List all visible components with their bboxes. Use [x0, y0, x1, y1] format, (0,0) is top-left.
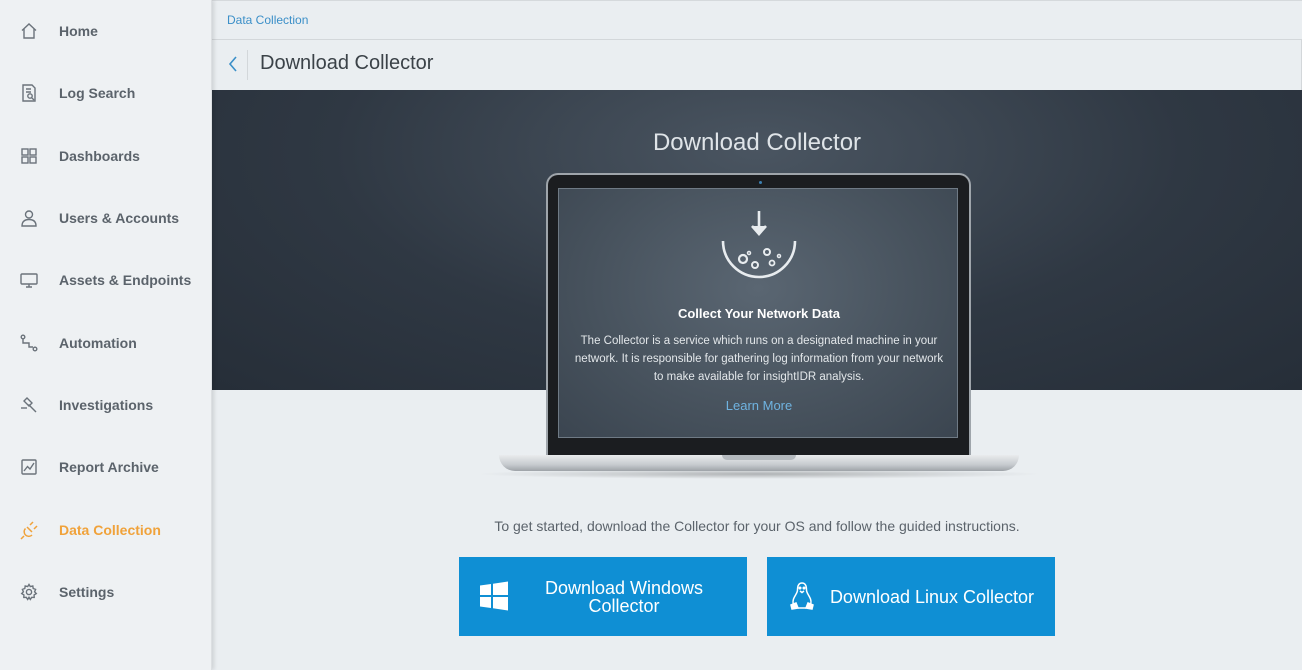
page-title: Download Collector [260, 52, 434, 74]
laptop-notch [722, 455, 796, 460]
sidebar-item-label: Report Archive [59, 459, 159, 475]
sidebar-item-settings[interactable]: Settings [0, 570, 211, 614]
breadcrumb[interactable]: Data Collection [227, 13, 308, 27]
sidebar-item-label: Home [59, 23, 98, 39]
sidebar: Home Log Search Dashboards Users & Accou… [0, 0, 212, 670]
download-windows-button[interactable]: Download Windows Collector [459, 557, 747, 636]
automation-icon [18, 332, 40, 354]
sidebar-item-label: Data Collection [59, 522, 161, 538]
download-linux-label: Download Linux Collector [829, 586, 1035, 607]
chevron-left-icon [228, 56, 237, 72]
divider [212, 39, 1302, 40]
sidebar-item-label: Dashboards [59, 148, 140, 164]
top-border [212, 0, 1302, 1]
download-windows-label-line1: Download Windows [544, 577, 704, 598]
sidebar-item-report-archive[interactable]: Report Archive [0, 445, 211, 489]
download-windows-label-line2: Collector [588, 595, 660, 616]
sidebar-item-label: Investigations [59, 397, 154, 413]
title-separator [247, 50, 248, 80]
sidebar-item-log-search[interactable]: Log Search [0, 71, 211, 115]
gear-icon [18, 581, 40, 603]
hero-title: Download Collector [652, 129, 862, 156]
chart-icon [18, 456, 40, 478]
dashboards-icon [18, 145, 40, 167]
laptop-base [499, 455, 1019, 471]
linux-icon [790, 582, 814, 610]
laptop-screen: Collect Your Network Data The Collector … [558, 188, 958, 438]
sidebar-item-dashboards[interactable]: Dashboards [0, 134, 211, 178]
sidebar-item-label: Assets & Endpoints [59, 272, 192, 288]
plug-icon [18, 519, 40, 541]
sidebar-item-label: Automation [59, 335, 137, 351]
log-search-icon [18, 82, 40, 104]
download-linux-button[interactable]: Download Linux Collector [767, 557, 1055, 636]
sidebar-item-label: Settings [59, 584, 115, 600]
windows-icon [480, 581, 508, 611]
camera-dot [759, 181, 762, 184]
download-windows-label: Download Windows Collector [519, 579, 729, 615]
sidebar-item-label: Log Search [59, 85, 136, 101]
learn-more-link[interactable]: Learn More [559, 398, 959, 413]
sidebar-item-assets-endpoints[interactable]: Assets & Endpoints [0, 258, 211, 302]
collect-data-icon [721, 211, 797, 279]
sidebar-item-investigations[interactable]: Investigations [0, 383, 211, 427]
main-content: Data Collection Download Collector Downl… [212, 0, 1302, 670]
gavel-icon [18, 394, 40, 416]
sidebar-item-home[interactable]: Home [0, 9, 211, 53]
home-icon [18, 20, 40, 42]
sidebar-item-label: Users & Accounts [59, 210, 180, 226]
sidebar-item-automation[interactable]: Automation [0, 321, 211, 365]
sidebar-item-data-collection[interactable]: Data Collection [0, 508, 211, 552]
screen-heading: Collect Your Network Data [677, 306, 841, 321]
sidebar-item-users-accounts[interactable]: Users & Accounts [0, 196, 211, 240]
user-icon [18, 207, 40, 229]
instructions-text: To get started, download the Collector f… [494, 518, 1020, 534]
screen-description: The Collector is a service which runs on… [574, 335, 944, 383]
back-button[interactable] [222, 52, 244, 76]
monitor-icon [18, 269, 40, 291]
